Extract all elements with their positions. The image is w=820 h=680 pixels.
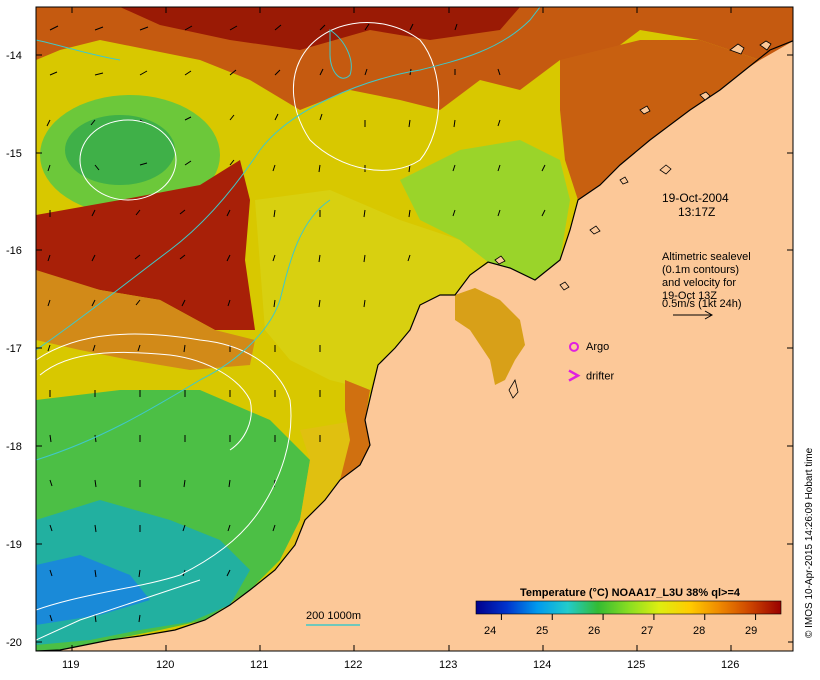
lon-tick-label: 122 [344, 659, 362, 671]
colorbar-tick-label: 24 [484, 625, 496, 637]
lat-tick-label: -17 [6, 343, 22, 355]
lon-tick-label: 125 [627, 659, 645, 671]
lat-tick-label: -15 [6, 148, 22, 160]
lon-tick-label: 120 [156, 659, 174, 671]
colorbar-title: Temperature (°C) NOAA17_L3U 38% ql>=4 [520, 587, 741, 599]
colorbar-tick-label: 27 [641, 625, 653, 637]
drifter-label: drifter [586, 371, 614, 383]
colorbar-tick-label: 28 [693, 625, 705, 637]
lat-tick-label: -16 [6, 245, 22, 257]
lon-tick-label: 121 [250, 659, 268, 671]
sst-map: -14 -15 -16 -17 -18 -19 -20 119 120 121 … [6, 6, 815, 671]
legend-sealevel-line: (0.1m contours) [662, 264, 739, 276]
colorbar-tick-label: 26 [588, 625, 600, 637]
lat-tick-label: -19 [6, 539, 22, 551]
colorbar-gradient [475, 600, 782, 615]
lat-tick-label: -14 [6, 50, 22, 62]
lat-tick-label: -18 [6, 441, 22, 453]
colorbar-tick-label: 29 [745, 625, 757, 637]
legend-sealevel-line: 0.5m/s (1kt 24h) [662, 298, 741, 310]
lon-tick-label: 124 [533, 659, 551, 671]
date-label: 19-Oct-2004 [662, 191, 729, 205]
argo-label: Argo [586, 341, 609, 353]
lon-tick-label: 119 [62, 659, 80, 671]
legend-sealevel-line: and velocity for [662, 277, 736, 289]
legend-sealevel-line: Altimetric sealevel [662, 251, 751, 263]
time-label: 13:17Z [678, 205, 715, 219]
lon-tick-label: 123 [439, 659, 457, 671]
colorbar-tick-label: 25 [536, 625, 548, 637]
lat-tick-label: -20 [6, 637, 22, 649]
lon-tick-label: 126 [721, 659, 739, 671]
isobath-legend-label: 200 1000m [306, 610, 361, 622]
credit-text: © IMOS 10-Apr-2015 14:26:09 Hobart time [804, 447, 815, 638]
